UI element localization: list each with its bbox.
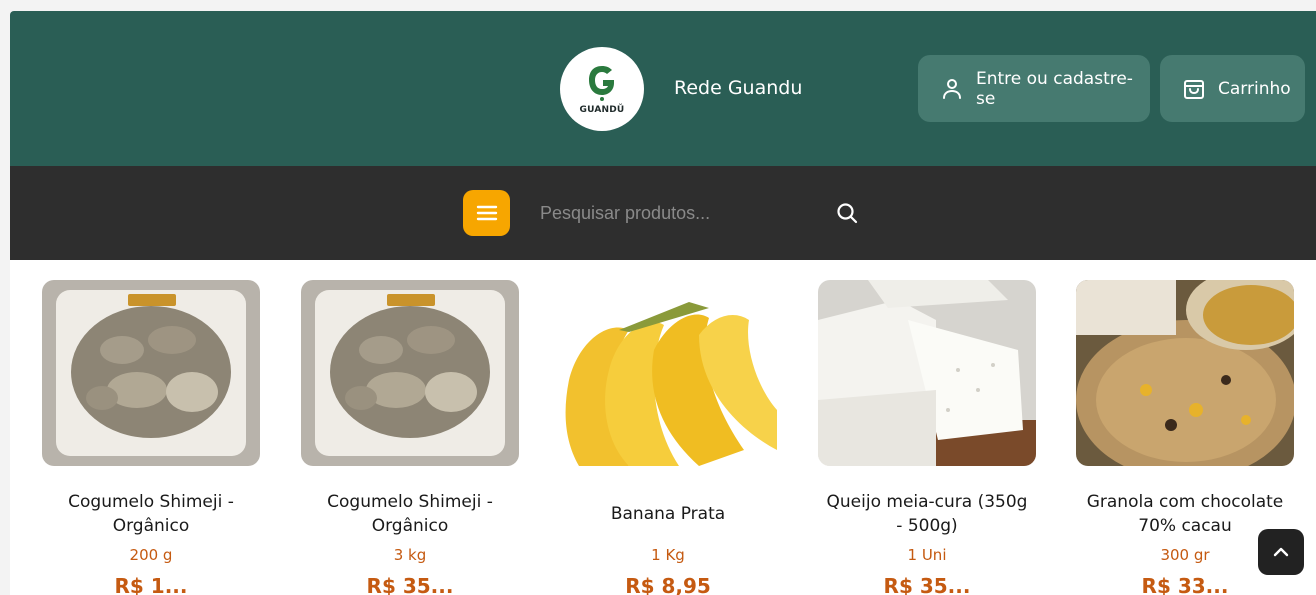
user-icon: [940, 77, 964, 101]
product-image-queijo[interactable]: [818, 280, 1036, 466]
brand-name[interactable]: Rede Guandu: [674, 77, 802, 99]
cart-button[interactable]: Carrinho: [1160, 55, 1305, 122]
product-quantity: 200 g: [129, 546, 173, 564]
product-image-banana[interactable]: [559, 280, 777, 466]
site-header: GUANDŬ Rede Guandu Entre ou cadastre-se …: [10, 11, 1316, 166]
product-price: R$ 8,95: [625, 574, 711, 595]
product-price: R$ 35...: [883, 574, 971, 595]
guandu-logo-icon: [589, 66, 614, 101]
product-name[interactable]: Cogumelo Shimeji - Orgânico: [42, 490, 260, 538]
product-card[interactable]: Cogumelo Shimeji - Orgânico 200 g R$ 1..…: [42, 280, 260, 595]
shopping-bag-icon: [1182, 77, 1206, 101]
product-image-granola[interactable]: [1076, 280, 1294, 466]
product-name[interactable]: Cogumelo Shimeji - Orgânico: [301, 490, 519, 538]
chevron-up-icon: [1273, 547, 1289, 557]
menu-button[interactable]: [463, 190, 510, 236]
product-card[interactable]: Queijo meia-cura (350g - 500g) 1 Uni R$ …: [818, 280, 1036, 595]
product-price: R$ 35...: [366, 574, 454, 595]
login-label: Entre ou cadastre-se: [976, 68, 1133, 109]
product-name[interactable]: Banana Prata: [559, 490, 777, 538]
product-price: R$ 1...: [114, 574, 188, 595]
guandu-logo[interactable]: GUANDŬ: [560, 47, 644, 131]
product-quantity: 1 Kg: [651, 546, 685, 564]
product-list: Cogumelo Shimeji - Orgânico 200 g R$ 1..…: [10, 260, 1316, 595]
product-name[interactable]: Queijo meia-cura (350g - 500g): [818, 490, 1036, 538]
product-image-shimeji[interactable]: [42, 280, 260, 466]
product-quantity: 1 Uni: [907, 546, 947, 564]
product-card[interactable]: Banana Prata 1 Kg R$ 8,95: [559, 280, 777, 595]
search-icon: [837, 203, 858, 224]
app-window: GUANDŬ Rede Guandu Entre ou cadastre-se …: [10, 11, 1316, 595]
login-button[interactable]: Entre ou cadastre-se: [918, 55, 1150, 122]
product-card[interactable]: Cogumelo Shimeji - Orgânico 3 kg R$ 35..…: [301, 280, 519, 595]
product-quantity: 3 kg: [393, 546, 427, 564]
product-image-shimeji[interactable]: [301, 280, 519, 466]
search-toolbar: [10, 166, 1316, 260]
back-to-top-button[interactable]: [1258, 529, 1304, 575]
hamburger-menu-icon: [476, 205, 497, 221]
search-button[interactable]: [835, 201, 859, 225]
cart-label: Carrinho: [1218, 78, 1291, 99]
logo-text: GUANDŬ: [579, 105, 625, 115]
search-input[interactable]: [540, 196, 820, 230]
product-price: R$ 33...: [1141, 574, 1229, 595]
